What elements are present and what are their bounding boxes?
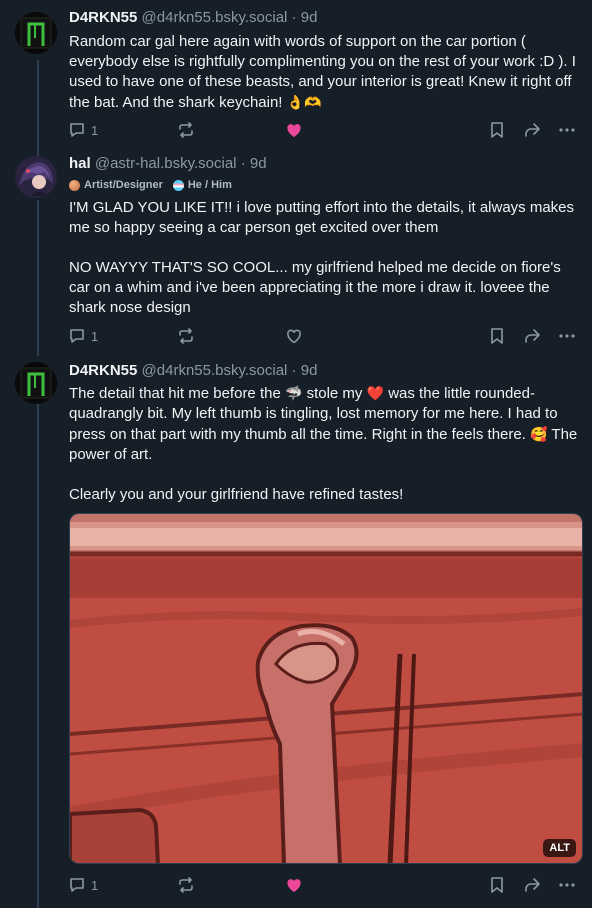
badge-label: He / Him	[187, 179, 232, 191]
reply-button[interactable]: 1	[68, 119, 98, 141]
separator: ·	[240, 155, 246, 172]
reply-icon	[70, 878, 84, 892]
bookmark-icon	[491, 877, 503, 893]
separator: ·	[291, 9, 297, 26]
avatar[interactable]	[15, 362, 57, 404]
share-button[interactable]	[523, 119, 541, 141]
reply-count: 1	[91, 122, 99, 138]
shark-emoji: 🦈	[284, 385, 303, 401]
timestamp[interactable]: 9d	[301, 362, 318, 379]
share-icon	[525, 329, 540, 343]
flag-icon	[172, 179, 184, 191]
share-button[interactable]	[523, 325, 541, 347]
author-handle[interactable]: @d4rkn55.bsky.social	[142, 362, 288, 379]
repost-button[interactable]	[177, 119, 195, 141]
profile-badges: Artist/Designer He / Him	[69, 179, 232, 191]
post-actions: 1	[64, 119, 584, 141]
post-header: D4RKN55 @d4rkn55.bsky.social · 9d	[69, 362, 317, 379]
author-name[interactable]: D4RKN55	[69, 362, 137, 379]
more-button[interactable]	[558, 119, 576, 141]
post-image[interactable]: ALT	[69, 513, 583, 864]
badge-artist: Artist/Designer	[69, 179, 163, 191]
reply-button[interactable]: 1	[68, 874, 98, 896]
bookmark-icon	[491, 328, 503, 344]
palette-icon	[69, 179, 80, 191]
heart-emoji: ❤️	[366, 385, 385, 401]
timestamp[interactable]: 9d	[250, 155, 267, 172]
alt-text-badge[interactable]: ALT	[543, 839, 576, 857]
author-handle[interactable]: @d4rkn55.bsky.social	[142, 9, 288, 26]
more-button[interactable]	[558, 325, 576, 347]
repost-button[interactable]	[177, 325, 195, 347]
repost-icon	[179, 877, 193, 893]
reply-button[interactable]: 1	[68, 325, 98, 347]
reply-count: 1	[91, 328, 99, 344]
share-icon	[525, 878, 540, 892]
reply-icon	[70, 123, 84, 137]
more-button[interactable]	[558, 874, 576, 896]
post-paragraph: I'M GLAD YOU LIKE IT!! i love putting ef…	[69, 199, 575, 236]
post[interactable]: hal @astr-hal.bsky.social · 9d Artist/De…	[0, 150, 592, 356]
post-header: D4RKN55 @d4rkn55.bsky.social · 9d	[69, 9, 317, 26]
heart-outline-icon	[287, 329, 301, 344]
badge-pronouns: He / Him	[172, 179, 232, 191]
share-icon	[525, 123, 540, 137]
post-body: Random car gal here again with words of …	[69, 33, 576, 111]
post-actions: 1	[64, 874, 584, 896]
post-text: The detail that hit me before the 🦈 stol…	[69, 383, 583, 505]
like-button[interactable]	[285, 874, 303, 896]
like-button[interactable]	[285, 119, 303, 141]
avatar[interactable]	[15, 156, 57, 198]
separator: ·	[291, 362, 297, 379]
image-artwork	[70, 514, 582, 863]
post-paragraph: NO WAYYY THAT'S SO COOL... my girlfriend…	[69, 259, 561, 316]
emoji: 👌🫶	[286, 94, 322, 110]
avatar[interactable]	[15, 12, 57, 54]
reply-count: 1	[91, 877, 99, 893]
bookmark-button[interactable]	[488, 119, 506, 141]
badge-label: Artist/Designer	[84, 179, 163, 191]
text-run: The detail that hit me before the	[69, 385, 281, 402]
like-button[interactable]	[285, 325, 303, 347]
heart-filled-icon	[287, 124, 301, 137]
bookmark-button[interactable]	[488, 874, 506, 896]
post-header: hal @astr-hal.bsky.social · 9d	[69, 155, 267, 172]
post[interactable]: D4RKN55 @d4rkn55.bsky.social · 9d Random…	[0, 0, 592, 150]
more-icon	[559, 128, 575, 132]
bookmark-button[interactable]	[488, 325, 506, 347]
heart-filled-icon	[287, 879, 301, 892]
repost-button[interactable]	[177, 874, 195, 896]
post-text: I'M GLAD YOU LIKE IT!! i love putting ef…	[69, 198, 583, 318]
post-actions: 1	[64, 325, 584, 347]
reply-icon	[70, 329, 84, 343]
post-paragraph: Clearly you and your girlfriend have ref…	[69, 486, 404, 503]
timestamp[interactable]: 9d	[301, 9, 318, 26]
share-button[interactable]	[523, 874, 541, 896]
author-name[interactable]: D4RKN55	[69, 9, 137, 26]
bookmark-icon	[491, 122, 503, 138]
smiling-hearts-emoji: 🥰	[530, 426, 548, 442]
more-icon	[559, 883, 575, 887]
author-handle[interactable]: @astr-hal.bsky.social	[95, 155, 237, 172]
repost-icon	[179, 122, 193, 138]
repost-icon	[179, 328, 193, 344]
text-run: stole my	[306, 385, 363, 402]
more-icon	[559, 334, 575, 338]
post-text: Random car gal here again with words of …	[69, 32, 583, 113]
author-name[interactable]: hal	[69, 155, 91, 172]
